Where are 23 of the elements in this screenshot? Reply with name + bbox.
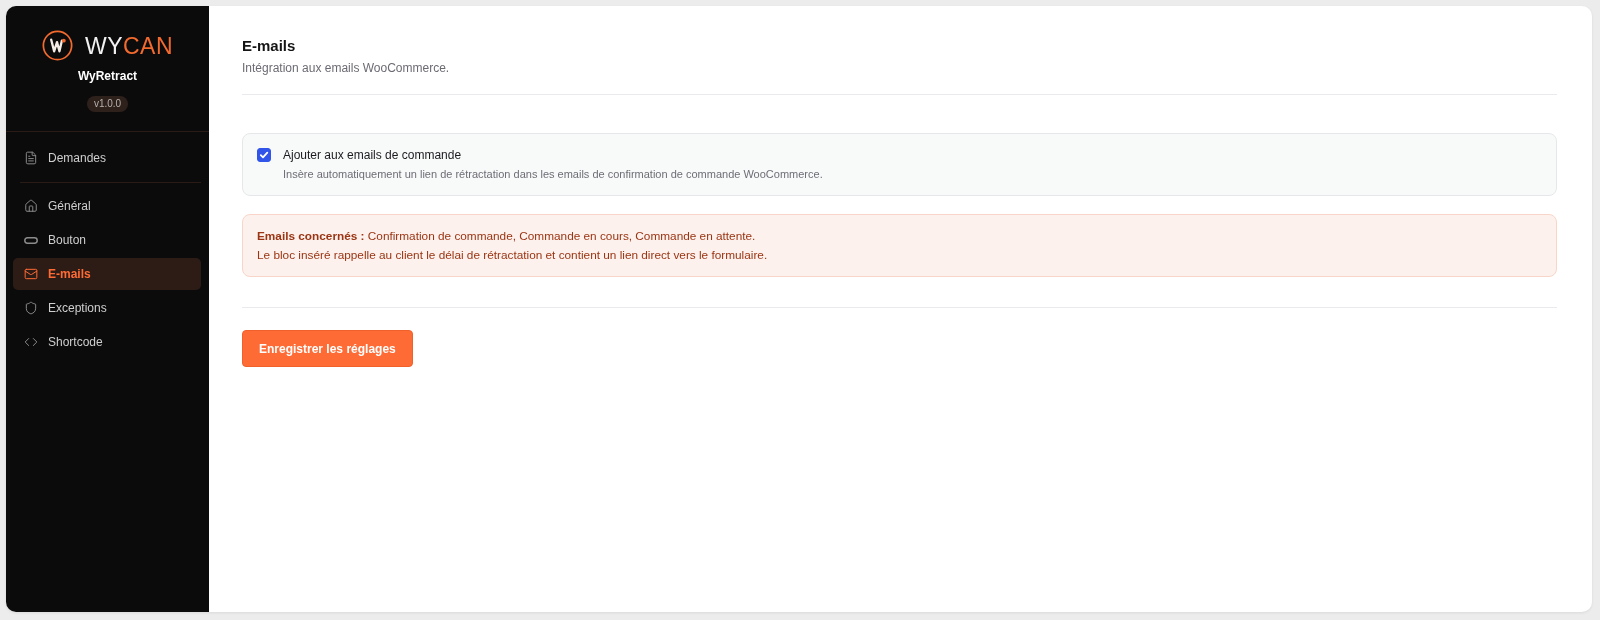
shield-icon bbox=[24, 301, 38, 315]
document-icon bbox=[24, 151, 38, 165]
sidebar-item[interactable]: Demandes bbox=[13, 142, 201, 174]
option-label: Ajouter aux emails de commande bbox=[283, 147, 463, 163]
brand-wordmark: WYCAN bbox=[84, 31, 174, 61]
home-icon bbox=[24, 199, 38, 213]
sidebar-item[interactable]: Bouton bbox=[13, 224, 201, 256]
notice-text: Emails concernés : Confirmation de commande, Commande en cours, Commande en attente. bbox=[257, 228, 757, 245]
app-name: WyRetract bbox=[77, 68, 138, 84]
sidebar-item[interactable]: Exceptions bbox=[13, 292, 201, 324]
code-icon bbox=[24, 335, 38, 349]
pill-icon bbox=[24, 236, 38, 244]
page-subtitle: Intégration aux emails WooCommerce. bbox=[242, 60, 451, 76]
sidebar-item[interactable]: E-mails bbox=[13, 258, 201, 290]
sidebar-item[interactable]: Shortcode bbox=[13, 326, 201, 358]
checkbox[interactable] bbox=[257, 148, 271, 162]
option-description: Insère automatiquement un lien de rétractation dans les emails de confirmation de commande WooCommerce. bbox=[283, 167, 823, 181]
notice-text: Le bloc inséré rappelle au client le délai de rétractation et contient un lien direct vers le formulaire. bbox=[257, 247, 769, 264]
logo-icon bbox=[41, 30, 73, 61]
page-title: E-mails bbox=[242, 36, 297, 56]
version-badge: v1.0.0 bbox=[86, 96, 129, 112]
sidebar-item[interactable]: Général bbox=[13, 190, 201, 222]
mail-icon bbox=[24, 267, 38, 281]
